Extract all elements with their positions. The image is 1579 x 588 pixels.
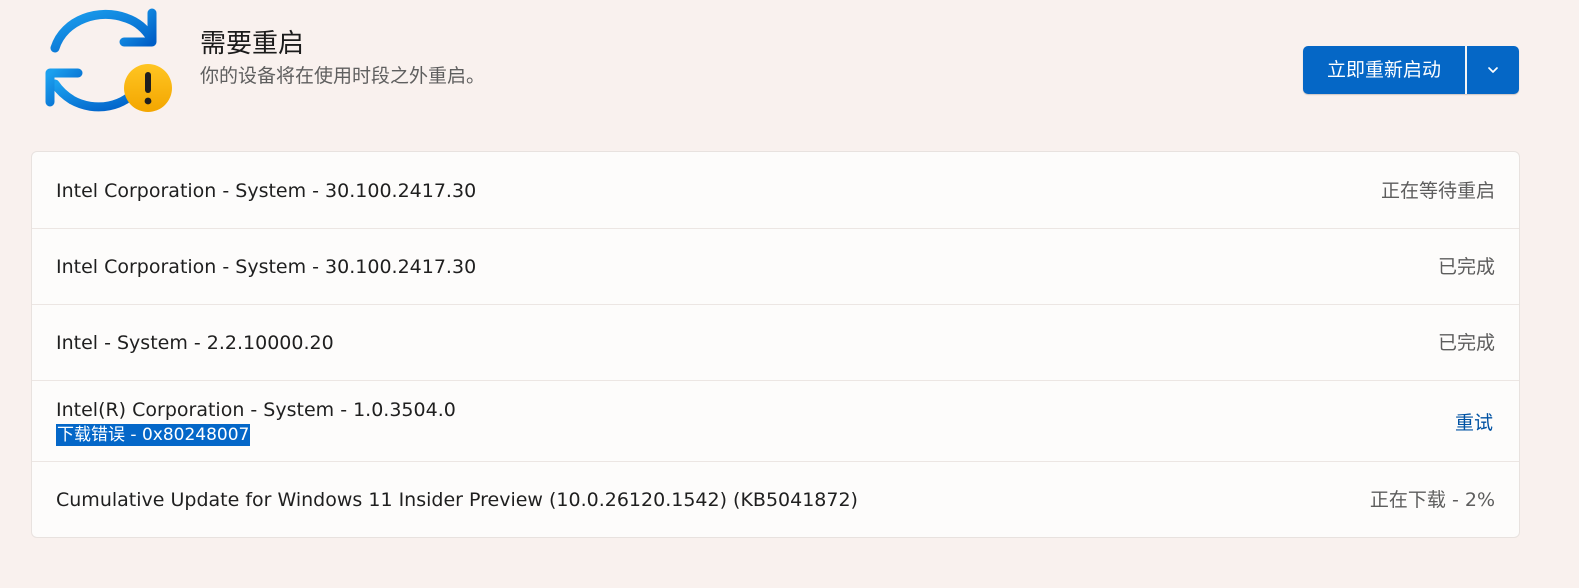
update-status: 已完成 (1437, 332, 1495, 354)
update-item: Cumulative Update for Windows 11 Insider… (32, 461, 1519, 537)
update-item: Intel Corporation - System - 30.100.2417… (32, 152, 1519, 229)
page-title: 需要重启 (200, 29, 305, 59)
chevron-down-icon (1488, 67, 1498, 73)
update-title: Intel - System - 2.2.10000.20 (56, 332, 334, 354)
update-item: Intel Corporation - System - 30.100.2417… (32, 228, 1519, 305)
restart-schedule-subtitle: 你的设备将在使用时段之外重启。 (200, 65, 486, 87)
update-status: 已完成 (1437, 256, 1495, 278)
download-error-text: 下载错误 - 0x80248007 (56, 424, 251, 446)
windows-update-header: 需要重启 你的设备将在使用时段之外重启。 立即重新启动 (0, 0, 1579, 140)
update-item: Intel(R) Corporation - System - 1.0.3504… (32, 380, 1519, 462)
update-title: Intel Corporation - System - 30.100.2417… (56, 180, 477, 202)
update-status: 正在下载 - 2% (1369, 489, 1495, 511)
restart-options-dropdown[interactable] (1467, 46, 1519, 94)
restart-split-button[interactable]: 立即重新启动 (1303, 46, 1519, 94)
retry-link[interactable]: 重试 (1455, 410, 1493, 436)
update-title: Cumulative Update for Windows 11 Insider… (56, 489, 858, 511)
restart-now-button[interactable]: 立即重新启动 (1303, 46, 1465, 94)
sync-warning-icon (44, 4, 178, 116)
update-status: 正在等待重启 (1380, 180, 1495, 202)
update-item: Intel - System - 2.2.10000.20 已完成 (32, 304, 1519, 381)
update-title: Intel(R) Corporation - System - 1.0.3504… (56, 399, 456, 421)
updates-list: Intel Corporation - System - 30.100.2417… (31, 151, 1520, 538)
update-title: Intel Corporation - System - 30.100.2417… (56, 256, 477, 278)
